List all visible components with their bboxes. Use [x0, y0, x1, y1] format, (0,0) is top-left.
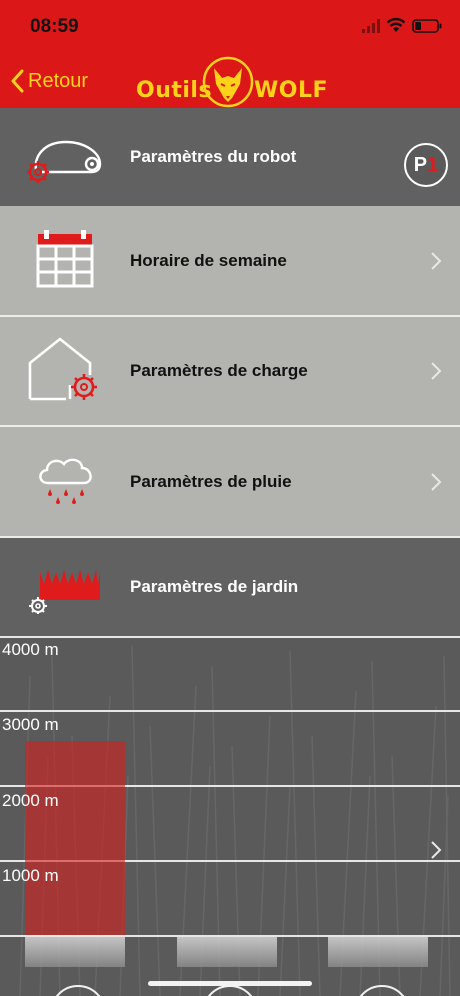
rain-cloud-icon	[39, 458, 92, 504]
battery-icon	[412, 19, 442, 33]
home-indicator	[148, 981, 312, 986]
rain-parameters-label: Paramètres de pluie	[130, 471, 292, 491]
charge-parameters-label: Paramètres de charge	[130, 361, 308, 380]
badge-number: 1	[427, 153, 439, 176]
gridline	[0, 636, 460, 638]
menu-item-charge-parameters[interactable]: Paramètres de charge	[0, 317, 460, 425]
wifi-icon	[386, 17, 406, 32]
logo-text-left: Outils	[136, 78, 213, 103]
chevron-right-icon	[431, 841, 442, 859]
fox-icon	[202, 56, 254, 108]
y-tick-label: 3000 m	[2, 715, 59, 734]
chevron-right-icon	[431, 251, 442, 270]
brand-logo: Outils WOLF	[136, 56, 329, 108]
back-label: Retour	[28, 69, 89, 92]
robot-mower-icon	[27, 140, 102, 183]
gridline	[0, 710, 460, 712]
menu-item-rain-parameters[interactable]: Paramètres de pluie	[0, 427, 460, 536]
y-tick-label: 2000 m	[2, 791, 59, 810]
app-header: 08:59 Retour Outils WOLF	[0, 0, 460, 108]
back-button[interactable]: Retour	[10, 66, 88, 96]
home-charge-icon	[28, 337, 97, 401]
garden-area-chart[interactable]: 4000 m 3000 m 2000 m 1000 m	[0, 636, 460, 996]
profile-badge[interactable]: P1	[404, 143, 448, 187]
menu-item-robot-parameters[interactable]: Paramètres du robot	[0, 108, 460, 206]
cellular-signal-icon	[362, 19, 380, 33]
calendar-icon	[36, 230, 94, 288]
chevron-left-icon	[11, 69, 24, 93]
bar-base-slot	[328, 937, 428, 967]
chevron-right-icon	[431, 362, 442, 380]
robot-parameters-label: Paramètres du robot	[130, 147, 297, 166]
chart-bar	[25, 740, 125, 935]
logo-text-right: WOLF	[254, 78, 329, 103]
y-tick-label: 1000 m	[2, 866, 59, 885]
garden-parameters-label: Paramètres de jardin	[130, 577, 299, 596]
status-time: 08:59	[30, 16, 79, 37]
chevron-right-icon	[431, 472, 442, 491]
garden-grass-icon	[29, 570, 100, 614]
status-bar: 08:59	[0, 0, 460, 54]
menu-item-week-schedule[interactable]: Horaire de semaine	[0, 206, 460, 315]
week-schedule-label: Horaire de semaine	[130, 250, 287, 270]
bar-base-slot	[25, 937, 125, 967]
y-tick-label: 4000 m	[2, 640, 59, 659]
badge-letter: P	[413, 153, 428, 176]
bar-base-slot	[177, 937, 277, 967]
menu-item-garden-parameters[interactable]: Paramètres de jardin	[0, 538, 460, 636]
